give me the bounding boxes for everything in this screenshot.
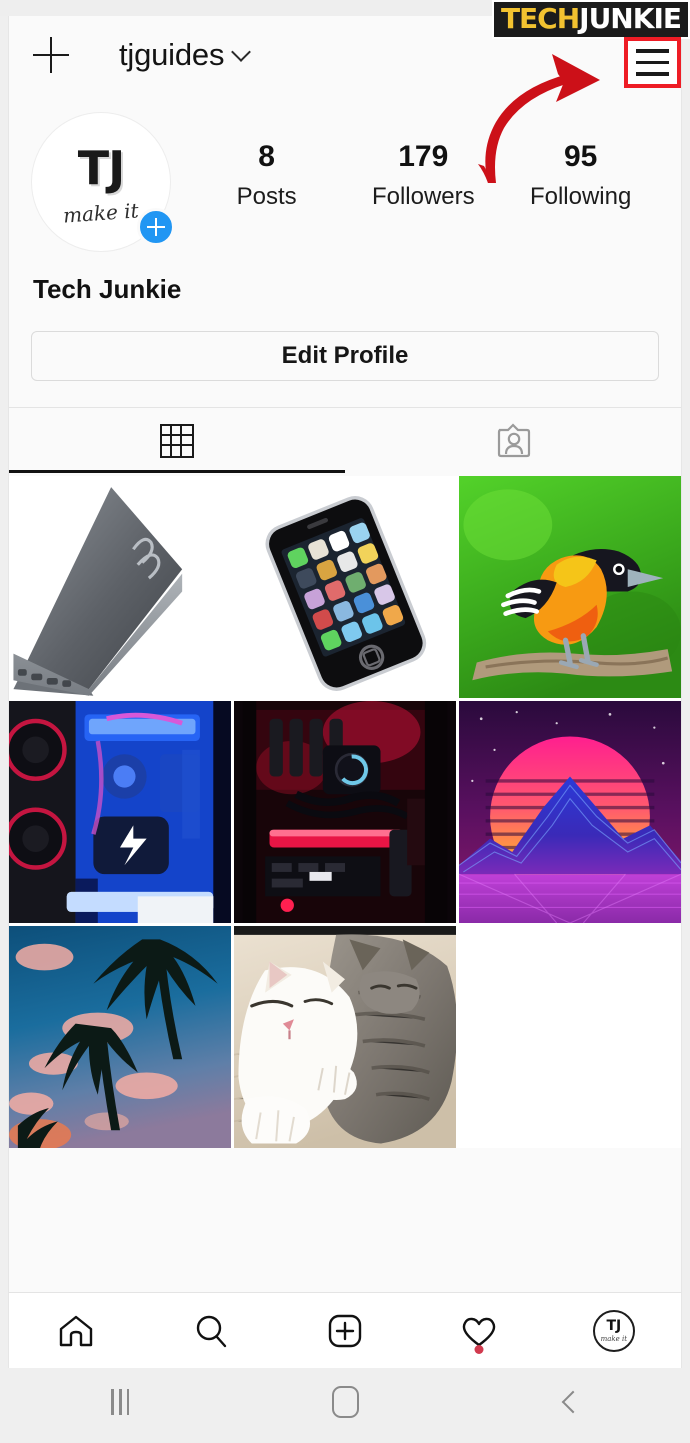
hamburger-line bbox=[636, 72, 669, 76]
stat-value: 95 bbox=[563, 140, 598, 173]
avatar-container[interactable]: TJ make it bbox=[31, 112, 175, 252]
stat-label: Posts bbox=[236, 183, 297, 210]
stat-value: 179 bbox=[398, 140, 449, 173]
post-thumbnail[interactable] bbox=[9, 926, 231, 1148]
tagged-person-icon bbox=[497, 422, 531, 457]
profile-tabs bbox=[9, 407, 681, 473]
system-navigation-bar bbox=[8, 1368, 682, 1435]
tab-tagged[interactable] bbox=[345, 408, 681, 473]
username-label: tjguides bbox=[119, 37, 225, 72]
nav-create[interactable] bbox=[278, 1293, 412, 1368]
heart-icon bbox=[463, 1317, 496, 1346]
tab-grid[interactable] bbox=[9, 408, 345, 473]
home-square-icon bbox=[331, 1385, 359, 1418]
account-switcher[interactable]: tjguides bbox=[119, 37, 252, 73]
nav-avatar-tagline: make it bbox=[600, 1334, 628, 1343]
instagram-app: tjguides TJ make it 8 Posts 179 Follower… bbox=[8, 16, 682, 1368]
techjunkie-watermark: TECHJUNKIE bbox=[491, 0, 690, 39]
post-thumbnail[interactable] bbox=[9, 476, 231, 698]
nav-search[interactable] bbox=[143, 1293, 277, 1368]
system-recents-button[interactable] bbox=[8, 1368, 233, 1435]
bottom-navigation: TJ make it bbox=[8, 1292, 682, 1368]
post-thumbnail[interactable] bbox=[234, 476, 456, 698]
profile-avatar-icon: TJ make it bbox=[592, 1309, 635, 1352]
edit-profile-container: Edit Profile bbox=[9, 305, 681, 381]
search-icon bbox=[196, 1315, 226, 1347]
stat-value: 8 bbox=[258, 140, 275, 173]
watermark-tech: TECH bbox=[500, 2, 580, 35]
home-icon bbox=[60, 1315, 93, 1346]
stat-followers[interactable]: 179 Followers bbox=[372, 140, 475, 211]
nav-home[interactable] bbox=[9, 1293, 143, 1368]
recents-icon bbox=[111, 1388, 130, 1415]
add-story-badge[interactable] bbox=[137, 208, 175, 246]
hamburger-line bbox=[636, 60, 669, 65]
post-thumbnail[interactable] bbox=[459, 476, 681, 698]
phone-screen: tjguides TJ make it 8 Posts 179 Follower… bbox=[0, 0, 690, 1443]
add-post-icon[interactable] bbox=[31, 35, 71, 75]
system-back-button[interactable] bbox=[457, 1368, 682, 1435]
stat-label: Followers bbox=[371, 183, 475, 210]
chevron-down-icon bbox=[231, 42, 252, 62]
post-thumbnail[interactable] bbox=[234, 926, 456, 1148]
active-tab-indicator bbox=[9, 470, 345, 473]
edit-profile-button[interactable]: Edit Profile bbox=[31, 331, 659, 381]
post-thumbnail[interactable] bbox=[9, 701, 231, 923]
add-square-icon bbox=[328, 1314, 362, 1347]
stat-following[interactable]: 95 Following bbox=[530, 140, 631, 211]
system-home-button[interactable] bbox=[233, 1368, 458, 1435]
grid-icon bbox=[160, 423, 194, 458]
hamburger-menu-button[interactable] bbox=[624, 37, 681, 88]
nav-avatar-initials: TJ bbox=[606, 1317, 622, 1334]
nav-activity[interactable] bbox=[412, 1293, 546, 1368]
hamburger-line bbox=[636, 49, 669, 53]
avatar-initials: TJ bbox=[77, 141, 125, 195]
activity-notification-dot bbox=[474, 1345, 484, 1354]
stat-label: Following bbox=[529, 183, 632, 210]
watermark-junkie: JUNKIE bbox=[579, 2, 682, 35]
post-thumbnail[interactable] bbox=[459, 701, 681, 923]
empty-grid-cell bbox=[459, 926, 681, 1148]
nav-profile[interactable]: TJ make it bbox=[547, 1293, 681, 1368]
post-thumbnail[interactable] bbox=[234, 701, 456, 923]
posts-grid bbox=[9, 476, 681, 1148]
avatar-tagline: make it bbox=[62, 198, 140, 228]
display-name: Tech Junkie bbox=[33, 274, 182, 304]
profile-stats: 8 Posts 179 Followers 95 Following bbox=[171, 112, 659, 211]
stat-posts[interactable]: 8 Posts bbox=[217, 140, 317, 211]
profile-header: TJ make it 8 Posts 179 Followers 95 Foll… bbox=[9, 94, 681, 252]
back-chevron-icon bbox=[561, 1390, 584, 1413]
